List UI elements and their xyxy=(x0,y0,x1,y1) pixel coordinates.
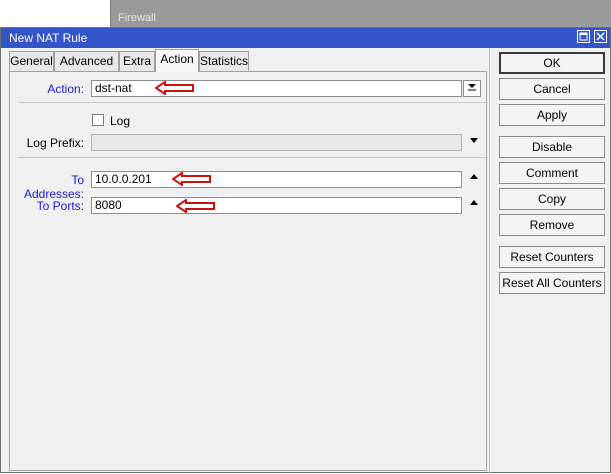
action-label: Action: xyxy=(47,82,84,96)
close-icon[interactable] xyxy=(594,30,607,43)
red-arrow-annotation-icon xyxy=(176,199,215,213)
tab-general[interactable]: General xyxy=(9,51,54,71)
tab-advanced[interactable]: Advanced xyxy=(54,51,119,71)
tab-extra[interactable]: Extra xyxy=(119,51,155,71)
tab-statistics[interactable]: Statistics xyxy=(199,51,249,71)
log-label: Log xyxy=(110,114,131,128)
dropdown-arrow-icon[interactable] xyxy=(463,80,481,97)
red-arrow-annotation-icon xyxy=(155,81,194,95)
action-panel: Action: dst-nat Log Log Prefix: To Addre… xyxy=(9,71,488,471)
action-select[interactable]: dst-nat xyxy=(91,80,462,97)
apply-button[interactable]: Apply xyxy=(499,104,605,126)
cancel-button[interactable]: Cancel xyxy=(499,78,605,100)
dialog-titlebar[interactable]: New NAT Rule xyxy=(1,28,610,48)
remove-button[interactable]: Remove xyxy=(499,214,605,236)
reset-all-counters-button[interactable]: Reset All Counters xyxy=(499,272,605,294)
tab-action[interactable]: Action xyxy=(155,49,199,72)
section-divider xyxy=(18,102,488,103)
log-prefix-input[interactable] xyxy=(91,134,462,151)
dropdown-arrow-icon[interactable] xyxy=(467,135,481,149)
to-addresses-label: To Addresses: xyxy=(23,173,84,201)
red-arrow-annotation-icon xyxy=(172,172,211,186)
background-window xyxy=(110,0,611,30)
ok-button[interactable]: OK xyxy=(499,52,605,74)
comment-button[interactable]: Comment xyxy=(499,162,605,184)
copy-button[interactable]: Copy xyxy=(499,188,605,210)
restore-icon[interactable] xyxy=(577,30,590,43)
log-checkbox[interactable] xyxy=(92,114,104,126)
disable-button[interactable]: Disable xyxy=(499,136,605,158)
background-window-title: Firewall xyxy=(118,12,156,24)
to-ports-label: To Ports: xyxy=(36,199,84,213)
panel-divider xyxy=(489,48,490,474)
log-prefix-label: Log Prefix: xyxy=(26,136,84,150)
to-addresses-input[interactable]: 10.0.0.201 xyxy=(91,171,462,188)
collapse-arrow-icon[interactable] xyxy=(467,172,481,186)
nat-rule-dialog: New NAT Rule General Advanced Extra Acti… xyxy=(0,27,611,474)
reset-counters-button[interactable]: Reset Counters xyxy=(499,246,605,268)
dialog-title: New NAT Rule xyxy=(9,31,88,45)
collapse-arrow-icon[interactable] xyxy=(467,198,481,212)
to-ports-input[interactable]: 8080 xyxy=(91,197,462,214)
section-divider xyxy=(18,157,488,158)
